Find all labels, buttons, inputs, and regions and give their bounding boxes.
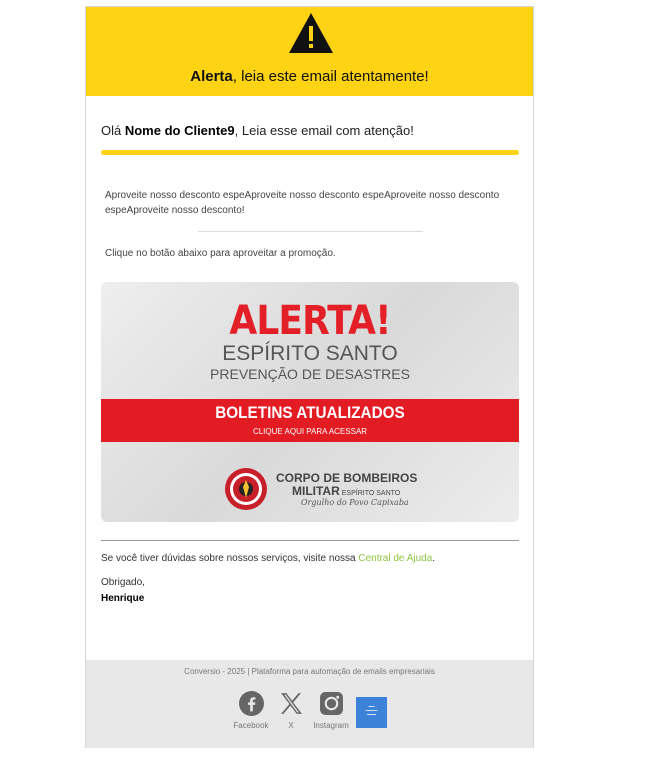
alert-header: Alerta, leia este email atentamente! <box>86 7 533 96</box>
cb-motto: Orgulho do Povo Capixaba <box>301 498 409 507</box>
email-container: Alerta, leia este email atentamente! Olá… <box>85 6 534 748</box>
cb-line2: MILITAR ESPÍRITO SANTO <box>292 484 401 498</box>
x-icon <box>280 693 302 714</box>
social-instagram[interactable]: Instagram <box>306 691 356 730</box>
thanks-text: Obrigado, <box>101 577 145 588</box>
instagram-icon <box>319 692 343 715</box>
header-title: Alerta, leia este email atentamente! <box>190 68 429 85</box>
footer: Conversio - 2025 | Plataforma para autom… <box>86 660 533 748</box>
banner-prevention: PREVENÇÃO DE DESASTRES <box>210 366 410 382</box>
promo-text: Aproveite nosso desconto espeAproveite n… <box>105 190 500 216</box>
content-divider <box>101 540 519 541</box>
boletins-button[interactable]: BOLETINS ATUALIZADOS CLIQUE AQUI PARA AC… <box>101 399 519 442</box>
clique-label: CLIQUE AQUI PARA ACESSAR <box>252 427 368 436</box>
banner-state: ESPÍRITO SANTO <box>222 342 398 365</box>
help-text: Se você tiver dúvidas sobre nossos servi… <box>101 553 436 564</box>
app-thumbnail[interactable]: ▬▬ ▬▬▬▬ ▬▬▬ <box>356 697 387 728</box>
footer-text: Conversio - 2025 | Plataforma para autom… <box>184 667 435 676</box>
yellow-divider <box>101 150 519 155</box>
signature: Henrique <box>101 593 145 604</box>
banner-alerta: ALERTA! <box>229 298 391 344</box>
alerta-banner-link[interactable]: ALERTA! ESPÍRITO SANTO PREVENÇÃO DE DESA… <box>101 282 519 522</box>
cb-line1: CORPO DE BOMBEIROS <box>276 471 418 485</box>
facebook-icon <box>238 691 264 716</box>
short-divider <box>198 231 423 232</box>
boletins-label: BOLETINS ATUALIZADOS <box>215 403 405 422</box>
cta-text: Clique no botão abaixo para aproveitar a… <box>105 248 336 259</box>
help-center-link[interactable]: Central de Ajuda <box>358 553 432 564</box>
customer-name: Nome do Cliente9 <box>124 123 235 138</box>
warning-icon <box>289 13 333 53</box>
bombeiros-seal-icon <box>225 468 267 510</box>
greeting: Olá Nome do Cliente9, Leia esse email co… <box>101 123 414 138</box>
